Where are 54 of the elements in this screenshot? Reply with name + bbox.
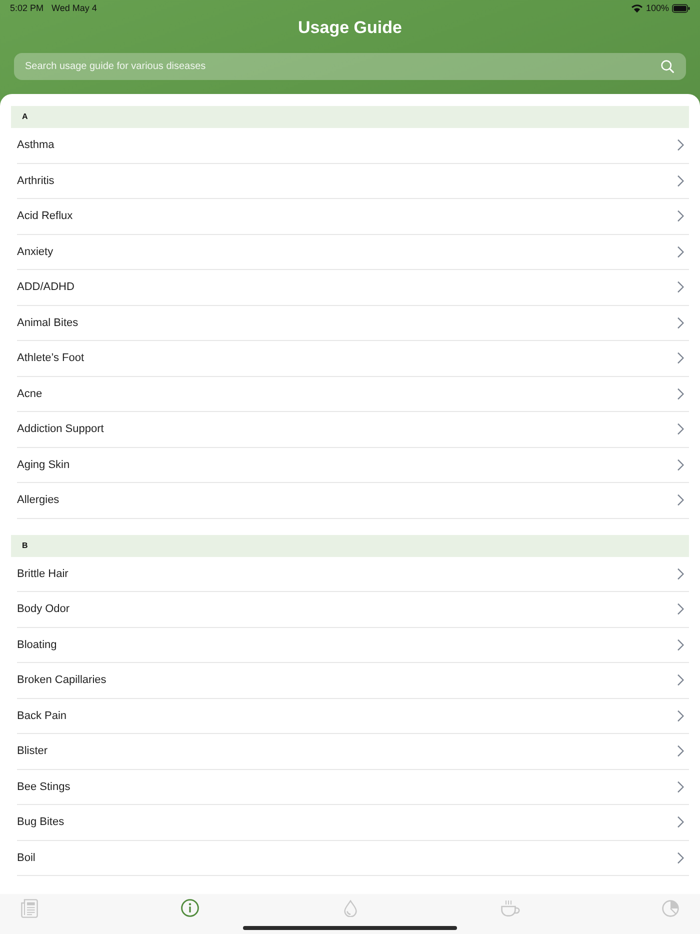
drop-icon: [344, 900, 356, 916]
info-icon: [180, 899, 198, 917]
list-item[interactable]: ADD/ADHD: [17, 270, 689, 306]
chevron-right-icon: [677, 352, 684, 364]
chevron-right-icon: [677, 458, 684, 471]
chevron-right-icon: [677, 210, 684, 222]
list-item[interactable]: Blister: [17, 734, 689, 770]
list-item[interactable]: Arthritis: [17, 164, 689, 199]
chevron-right-icon: [677, 568, 684, 580]
list-item[interactable]: Asthma: [17, 128, 689, 164]
chevron-right-icon: [677, 494, 684, 506]
chevron-right-icon: [677, 638, 684, 651]
chevron-right-icon: [677, 246, 684, 258]
chevron-right-icon: [677, 388, 684, 400]
chevron-right-icon: [677, 281, 684, 294]
chevron-right-icon: [677, 674, 684, 686]
list-item[interactable]: Bloating: [17, 628, 689, 663]
section-header: A: [11, 106, 689, 128]
chevron-right-icon: [677, 852, 684, 864]
chevron-right-icon: [677, 316, 684, 329]
wifi-icon: [630, 4, 643, 12]
list-item[interactable]: Aging Skin: [17, 448, 689, 483]
list-item[interactable]: Broken Capillaries: [17, 663, 689, 698]
chevron-right-icon: [677, 745, 684, 758]
list-item[interactable]: Brittle Hair: [17, 556, 689, 592]
battery-percentage: 100%: [646, 3, 669, 13]
list-item[interactable]: Bee Stings: [17, 770, 689, 805]
search-icon[interactable]: [661, 60, 674, 73]
chevron-right-icon: [677, 780, 684, 793]
chevron-right-icon: [677, 174, 684, 187]
list-item[interactable]: Boil: [17, 840, 689, 876]
status-time: 5:02 PM: [10, 3, 44, 13]
document-icon: [20, 898, 38, 918]
chevron-right-icon: [677, 139, 684, 152]
list-item[interactable]: Acne: [17, 376, 689, 412]
list-item[interactable]: Body Odor: [17, 592, 689, 628]
list-item[interactable]: Bug Bites: [17, 805, 689, 840]
pie-chart-icon: [662, 899, 680, 917]
list-item[interactable]: Acid Reflux: [17, 199, 689, 234]
chevron-right-icon: [677, 816, 684, 828]
list-item[interactable]: Anxiety: [17, 234, 689, 270]
page-title: Usage Guide: [297, 17, 403, 39]
list-item[interactable]: Animal Bites: [17, 306, 689, 341]
status-date: Wed May 4: [52, 3, 97, 13]
chevron-right-icon: [677, 423, 684, 436]
section-header: B: [11, 534, 689, 556]
list-item[interactable]: Allergies: [17, 483, 689, 518]
chevron-right-icon: [677, 710, 684, 722]
chevron-right-icon: [677, 603, 684, 616]
battery-icon: [672, 4, 690, 12]
cup-icon: [501, 900, 520, 916]
list-item[interactable]: Athlete’s Foot: [17, 341, 689, 376]
list-item[interactable]: Back Pain: [17, 698, 689, 734]
list-item[interactable]: Addiction Support: [17, 412, 689, 448]
